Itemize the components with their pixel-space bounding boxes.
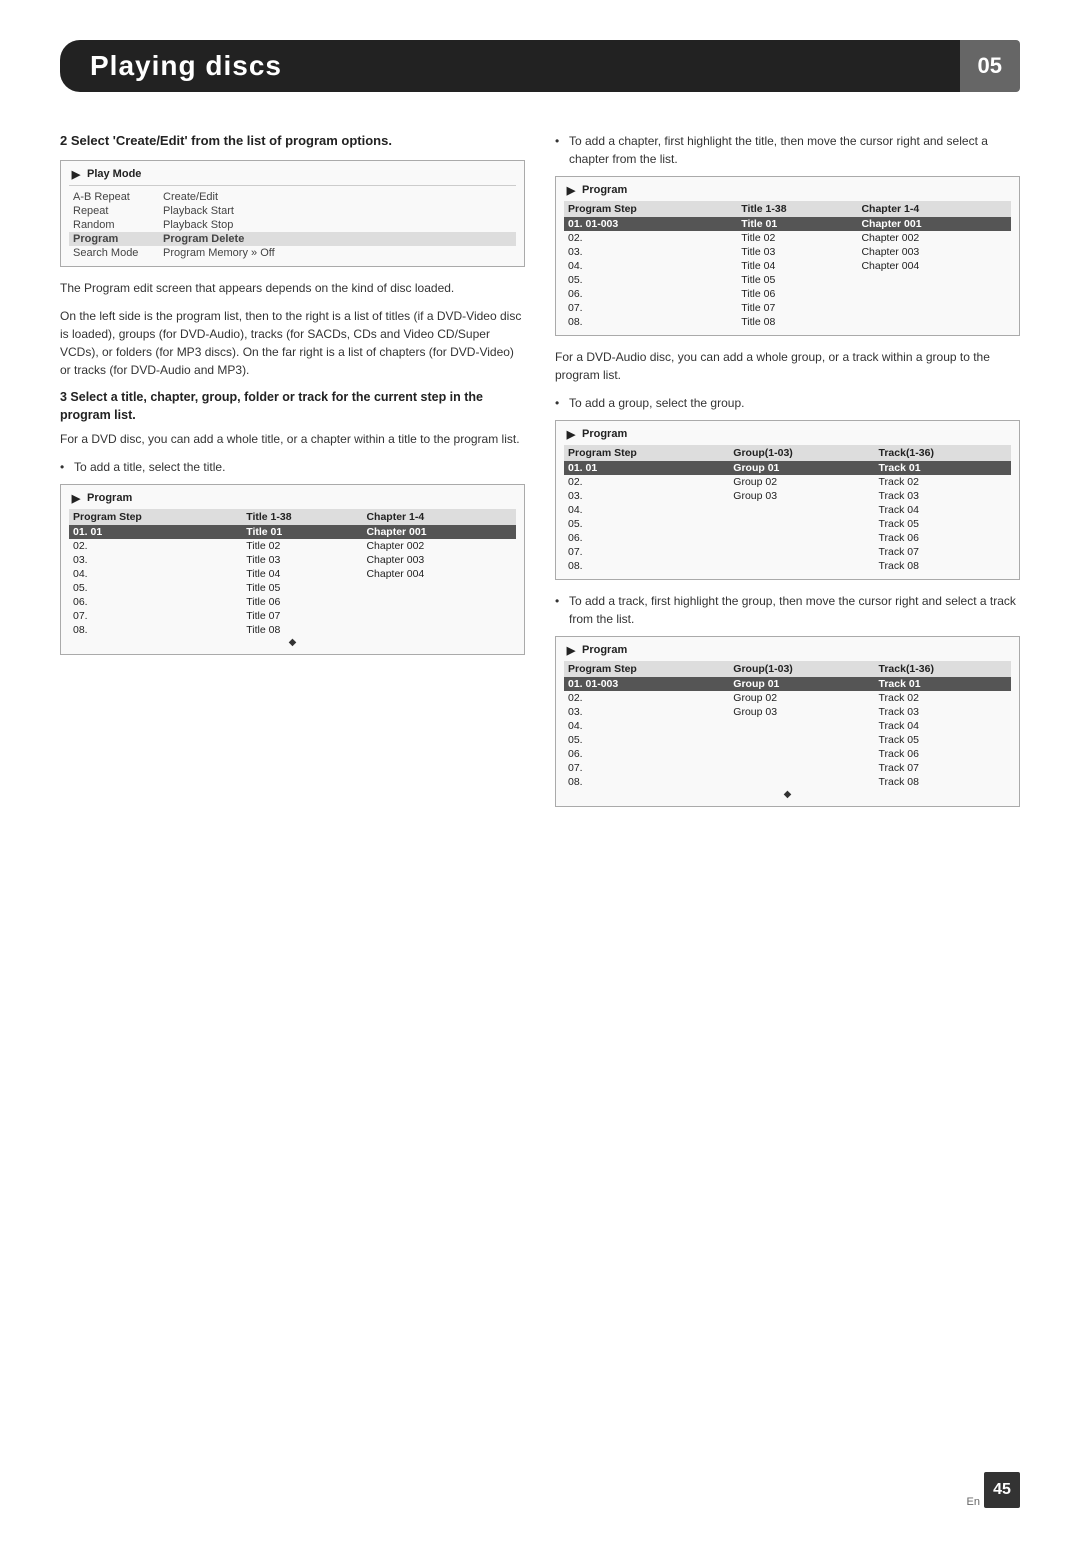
- bullet-add-title: To add a title, select the title.: [60, 458, 525, 476]
- title-section: Playing discs: [60, 40, 960, 92]
- page-lang: En: [967, 1496, 980, 1508]
- content-area: 2 Select 'Create/Edit' from the list of …: [60, 132, 1020, 819]
- left-column: 2 Select 'Create/Edit' from the list of …: [60, 132, 525, 819]
- bullet-add-chapter: To add a chapter, first highlight the ti…: [555, 132, 1020, 168]
- diamond4: ◆: [564, 789, 1011, 800]
- play-mode-box: ▶ Play Mode A-B RepeatCreate/EditRepeatP…: [60, 160, 525, 267]
- program-table3-title: ▶ Program: [564, 427, 1011, 441]
- program-table3-container: ▶ Program Program StepGroup(1-03)Track(1…: [555, 420, 1020, 580]
- page-container: Playing discs 05 2 Select 'Create/Edit' …: [0, 40, 1080, 1568]
- step3-heading: 3 Select a title, chapter, group, folder…: [60, 389, 525, 424]
- play-mode-title: ▶ Play Mode: [69, 167, 516, 181]
- program-table4-container: ▶ Program Program StepGroup(1-03)Track(1…: [555, 636, 1020, 807]
- right-column: To add a chapter, first highlight the ti…: [555, 132, 1020, 819]
- chapter-number: 05: [960, 40, 1020, 92]
- bullet-add-track: To add a track, first highlight the grou…: [555, 592, 1020, 628]
- play-mode-table: A-B RepeatCreate/EditRepeatPlayback Star…: [69, 190, 516, 260]
- divider: [69, 185, 516, 186]
- play-mode-icon: ▶: [69, 167, 83, 181]
- program-table4: Program StepGroup(1-03)Track(1-36) 01. 0…: [564, 661, 1011, 789]
- program3-icon: ▶: [564, 427, 578, 441]
- program-table2-title: ▶ Program: [564, 183, 1011, 197]
- page-number-badge: 45: [984, 1472, 1020, 1508]
- header-bar: Playing discs 05: [60, 40, 1020, 92]
- step2-body2: On the left side is the program list, th…: [60, 307, 525, 379]
- page-title: Playing discs: [90, 50, 282, 81]
- program-table1-title: ▶ Program: [69, 491, 516, 505]
- diamond1: ◆: [69, 637, 516, 648]
- dvd-audio-body: For a DVD-Audio disc, you can add a whol…: [555, 348, 1020, 384]
- step2-body1: The Program edit screen that appears dep…: [60, 279, 525, 297]
- program4-icon: ▶: [564, 643, 578, 657]
- program-table2-container: ▶ Program Program StepTitle 1-38Chapter …: [555, 176, 1020, 336]
- program2-icon: ▶: [564, 183, 578, 197]
- program-table4-title: ▶ Program: [564, 643, 1011, 657]
- program-table1: Program StepTitle 1-38Chapter 1-4 01. 01…: [69, 509, 516, 637]
- step3-body1: For a DVD disc, you can add a whole titl…: [60, 430, 525, 448]
- bullet-add-group: To add a group, select the group.: [555, 394, 1020, 412]
- program-table2: Program StepTitle 1-38Chapter 1-4 01. 01…: [564, 201, 1011, 329]
- step2-heading: 2 Select 'Create/Edit' from the list of …: [60, 132, 525, 150]
- program-table3: Program StepGroup(1-03)Track(1-36) 01. 0…: [564, 445, 1011, 573]
- program1-icon: ▶: [69, 491, 83, 505]
- program-table1-container: ▶ Program Program StepTitle 1-38Chapter …: [60, 484, 525, 655]
